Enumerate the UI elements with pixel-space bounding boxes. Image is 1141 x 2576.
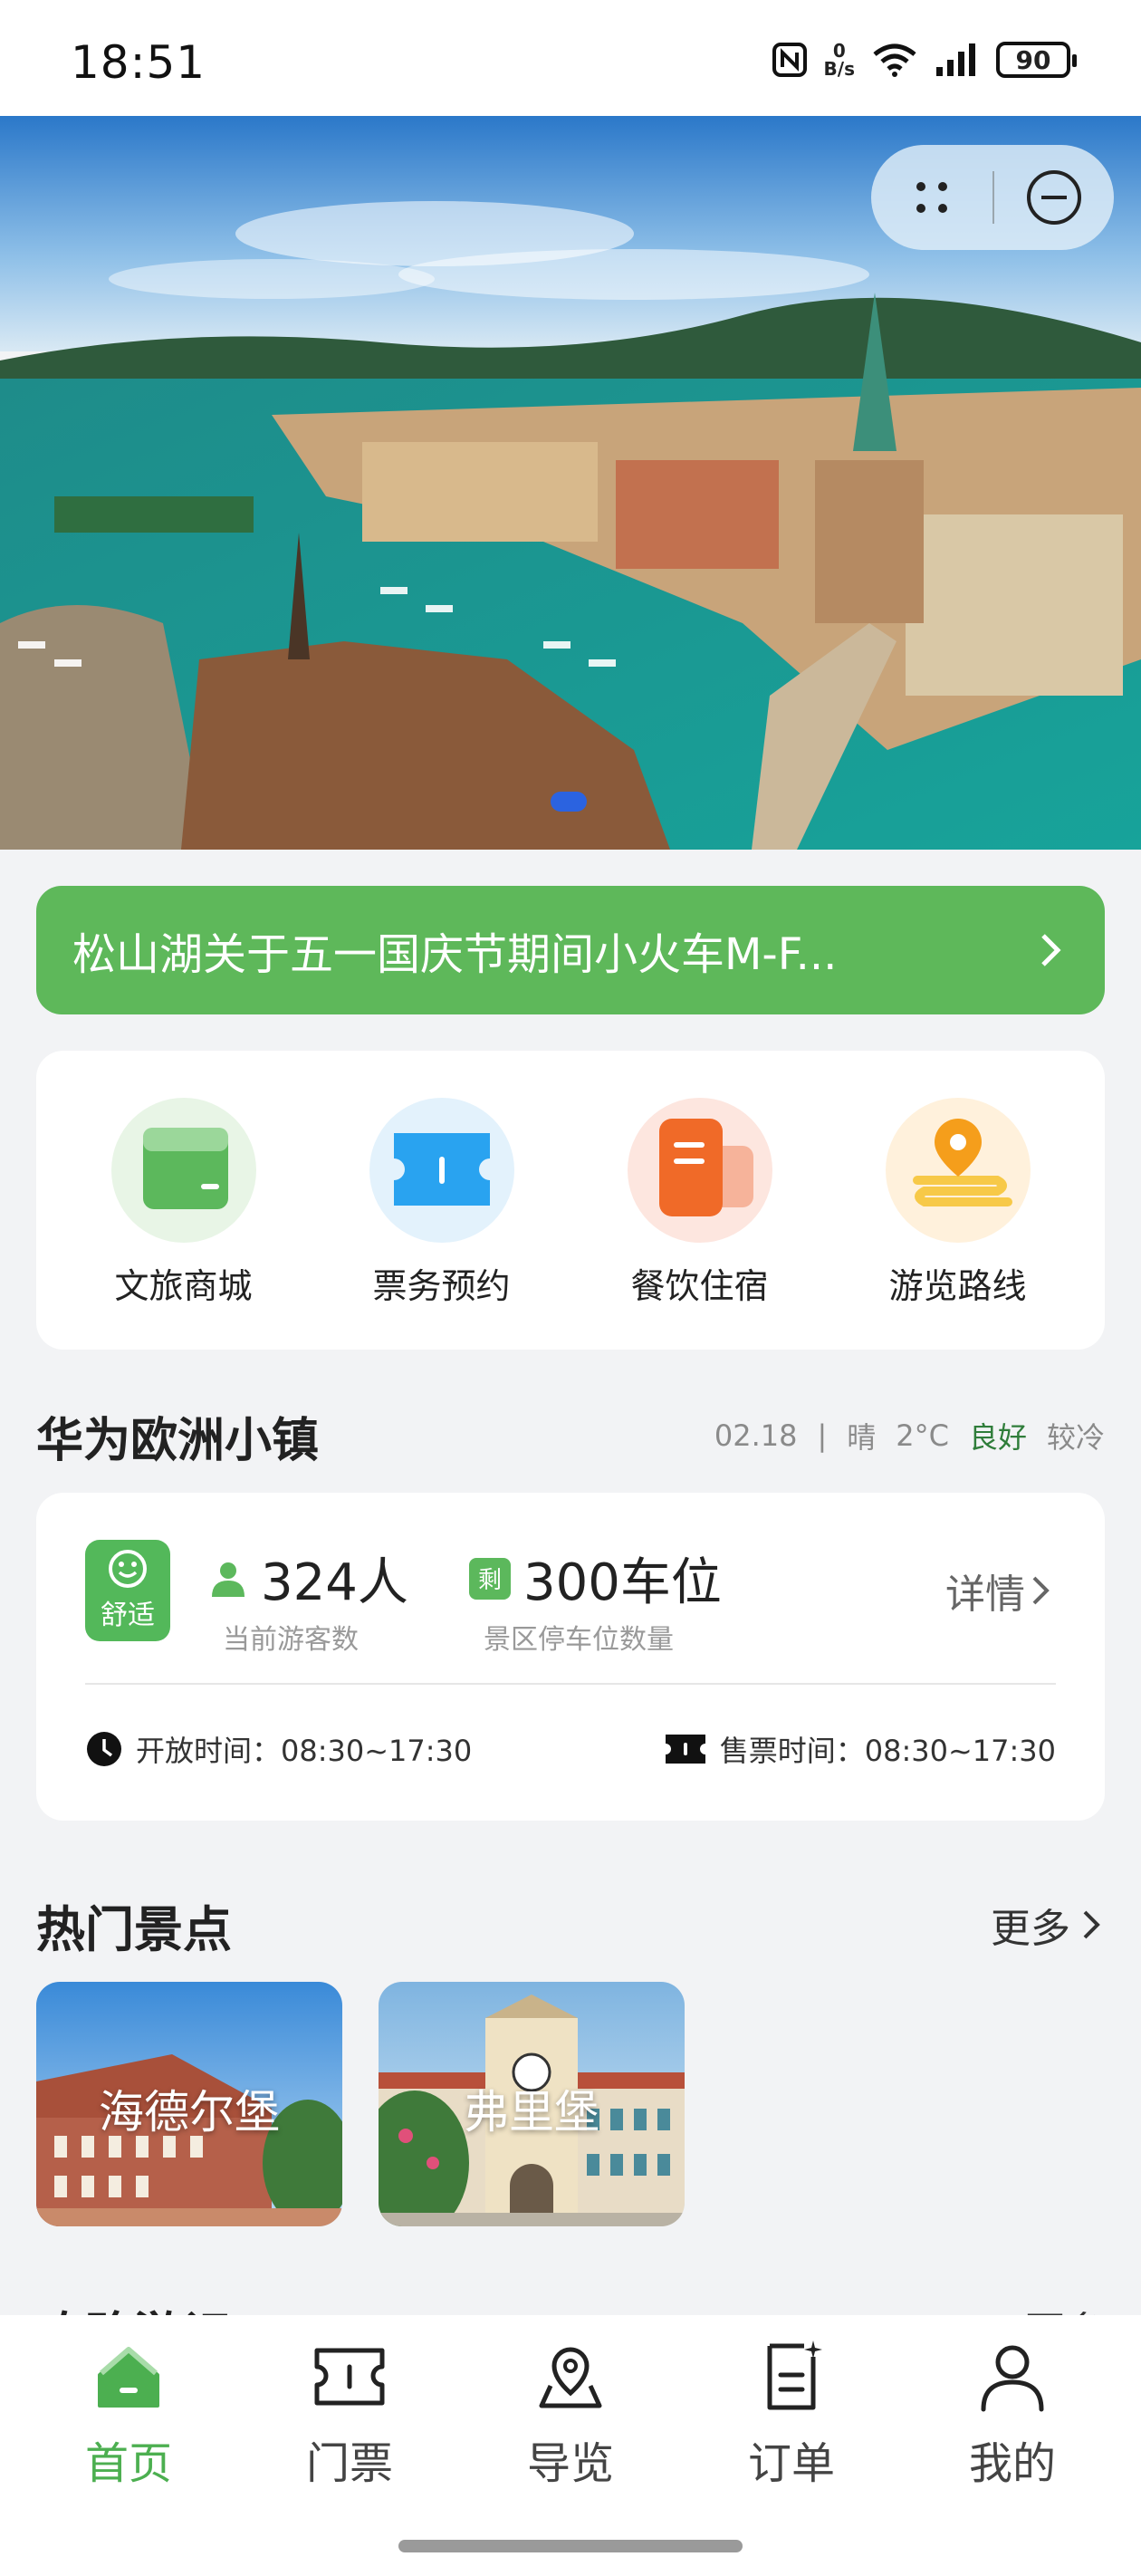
- tab-guide[interactable]: 导览: [471, 2315, 670, 2491]
- tab-profile[interactable]: 我的: [913, 2315, 1112, 2491]
- person-icon: [212, 1562, 244, 1597]
- dining-icon: [623, 1093, 777, 1247]
- hot-spots-header: 热门景点 更多: [36, 1884, 1105, 1966]
- quick-entry-panel: 文旅商城 票务预约 餐饮住宿 游览路线: [36, 1051, 1105, 1350]
- smile-icon: [109, 1550, 147, 1588]
- weather-info: 02.18 | 晴 2°C 良好 较冷: [714, 1415, 1105, 1456]
- nfc-icon: [772, 43, 807, 77]
- comfort-label: 舒适: [101, 1600, 155, 1631]
- card-divider: [85, 1683, 1056, 1685]
- chevron-right-icon: [1032, 1576, 1050, 1605]
- tab-label: 我的: [968, 2438, 1056, 2489]
- ticket-icon: [365, 1093, 519, 1247]
- parking-label: 景区停车位数量: [484, 1624, 674, 1656]
- open-time: 开放时间：08:30~17:30: [85, 1728, 472, 1770]
- home-indicator[interactable]: [398, 2540, 743, 2552]
- visitor-stat: 324人 当前游客数: [208, 1542, 408, 1657]
- spot-name: 海德尔堡: [99, 2086, 280, 2139]
- ticket-time: 售票时间：08:30~17:30: [664, 1728, 1056, 1770]
- quick-entry-route[interactable]: 游览路线: [849, 1093, 1067, 1308]
- ticket-time-text: 售票时间：08:30~17:30: [719, 1734, 1056, 1768]
- tab-tickets[interactable]: 门票: [250, 2315, 449, 2491]
- bottom-tab-bar: 首页 门票 导览 订单 我的: [0, 2315, 1141, 2576]
- shop-icon: [107, 1093, 261, 1247]
- home-icon: [98, 2347, 159, 2408]
- quick-entry-label: 餐饮住宿: [630, 1265, 769, 1306]
- user-icon: [981, 2345, 1044, 2412]
- tab-label: 门票: [305, 2438, 393, 2489]
- more-label: 更多: [991, 1906, 1070, 1952]
- detail-label: 详情: [945, 1572, 1025, 1618]
- status-time: 18:51: [71, 36, 206, 89]
- scenic-info-card: 舒适 324人 当前游客数 剩 300车位 景区停车位数量 详情 开放时间：08…: [36, 1493, 1105, 1821]
- quick-entry-ticket[interactable]: 票务预约: [333, 1093, 551, 1308]
- air-quality: 良好: [968, 1420, 1027, 1455]
- weather-feel: 较冷: [1046, 1420, 1105, 1455]
- hot-spots-more-button[interactable]: 更多: [991, 1896, 1105, 1954]
- tab-home[interactable]: 首页: [29, 2315, 228, 2491]
- chevron-right-icon: [1083, 1910, 1100, 1939]
- wifi-icon: [873, 43, 916, 77]
- minimize-button[interactable]: [994, 145, 1114, 250]
- chevron-right-icon: [1041, 934, 1061, 966]
- notice-text: 松山湖关于五一国庆节期间小火车M-F...: [72, 929, 838, 980]
- minus-circle-icon: [1027, 170, 1081, 225]
- quick-entry-label: 票务预约: [372, 1265, 511, 1306]
- weather-separator: |: [817, 1418, 828, 1453]
- order-icon: [767, 2341, 822, 2410]
- detail-link[interactable]: 详情: [945, 1562, 1056, 1620]
- quick-entry-dining[interactable]: 餐饮住宿: [591, 1093, 809, 1308]
- map-guide-icon: [539, 2347, 602, 2408]
- spot-card[interactable]: 海德尔堡: [36, 1982, 342, 2226]
- parking-stat: 剩 300车位 景区停车位数量: [469, 1542, 722, 1657]
- parking-badge: 剩: [469, 1557, 511, 1600]
- more-options-button[interactable]: [871, 145, 992, 250]
- net-speed-unit: B/s: [823, 58, 855, 80]
- tab-label: 导览: [526, 2438, 614, 2489]
- weather-date: 02.18: [714, 1418, 798, 1453]
- weather-temperature: 2°C: [896, 1418, 949, 1453]
- ticket-icon: [665, 1735, 705, 1764]
- status-bar: 18:51 0 B/s 90: [0, 0, 1141, 116]
- status-icons: 0 B/s 90: [772, 42, 1077, 78]
- comfort-badge: 舒适: [85, 1540, 170, 1641]
- net-speed-value: 0: [832, 40, 846, 62]
- spot-name: 弗里堡: [464, 2086, 599, 2139]
- clock-icon: [87, 1732, 121, 1766]
- battery-icon: 90: [996, 42, 1077, 78]
- weather-condition: 晴: [847, 1420, 877, 1455]
- quick-entry-shop[interactable]: 文旅商城: [75, 1093, 292, 1308]
- open-time-text: 开放时间：08:30~17:30: [136, 1734, 473, 1768]
- route-icon: [881, 1093, 1035, 1247]
- quick-entry-label: 文旅商城: [114, 1265, 253, 1306]
- hero-banner[interactable]: [0, 116, 1141, 850]
- mini-program-capsule: [871, 145, 1114, 250]
- town-header: 华为欧洲小镇 02.18 | 晴 2°C 良好 较冷: [36, 1395, 1105, 1476]
- tab-orders[interactable]: 订单: [692, 2315, 891, 2491]
- visitor-count: 324人: [261, 1553, 408, 1612]
- quick-entry-label: 游览路线: [888, 1265, 1027, 1306]
- next-section-header: 攻略游记 更多: [36, 2283, 1105, 2319]
- signal-icon: [936, 43, 975, 76]
- carousel-indicator[interactable]: [551, 792, 587, 812]
- notice-banner[interactable]: 松山湖关于五一国庆节期间小火车M-F...: [36, 886, 1105, 1014]
- visitor-label: 当前游客数: [223, 1624, 359, 1656]
- hot-spots-title: 热门景点: [36, 1900, 232, 1958]
- town-title: 华为欧洲小镇: [36, 1413, 320, 1468]
- net-speed: 0 B/s: [824, 42, 855, 78]
- ticket-icon: [314, 2348, 385, 2406]
- dots-icon: [916, 182, 947, 213]
- parking-count: 300车位: [523, 1553, 722, 1612]
- spot-card[interactable]: 弗里堡: [379, 1982, 685, 2226]
- tab-label: 首页: [84, 2438, 172, 2489]
- tab-label: 订单: [747, 2438, 835, 2489]
